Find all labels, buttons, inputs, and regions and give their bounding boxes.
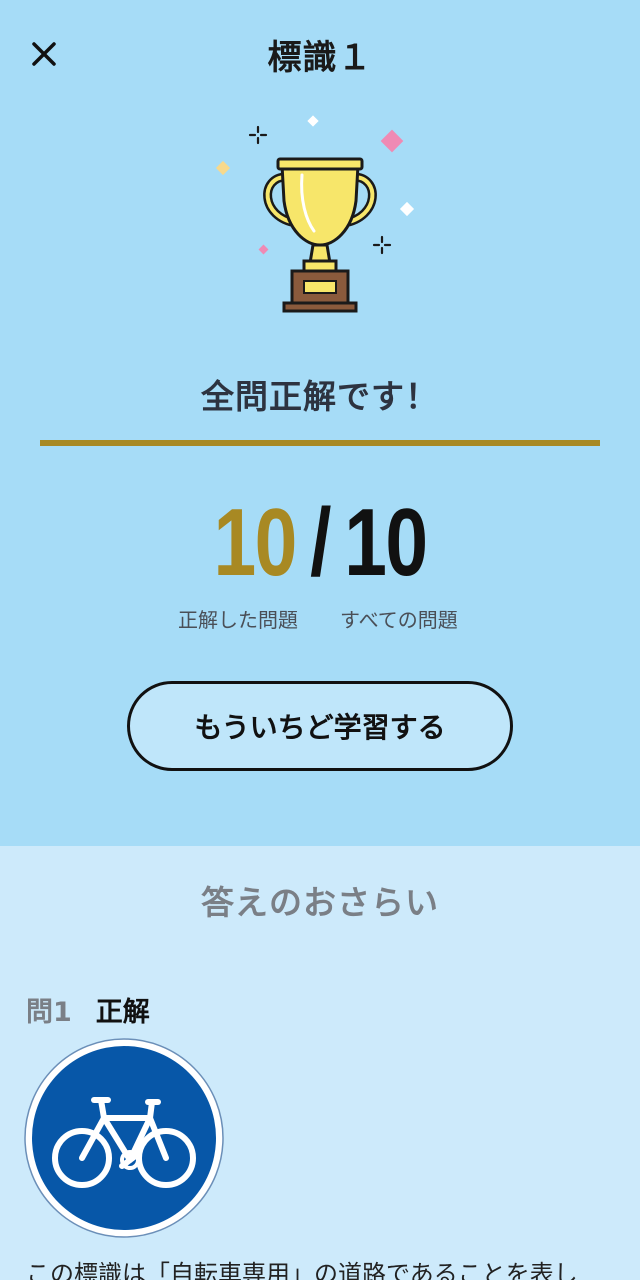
question-header: 問1 正解 [26, 990, 150, 1029]
bicycle-sign-icon [24, 1038, 224, 1238]
divider [40, 440, 600, 446]
correct-count: 10 [213, 489, 298, 596]
page-title: 標識１ [267, 38, 373, 78]
trophy-icon [215, 115, 415, 313]
result-message: 全問正解です！ [201, 377, 439, 416]
score-display: 10/10 [64, 488, 576, 598]
retry-button[interactable]: もういちど学習する [127, 681, 513, 771]
total-count: 10 [344, 489, 428, 596]
correct-label: 正解した問題 [178, 608, 298, 632]
review-section-title: 答えのおさらい [201, 883, 439, 922]
question-explanation: この標識は「自転車専用」の道路であることを表し [26, 1260, 578, 1280]
question-number: 問1 [26, 997, 72, 1028]
question-result: 正解 [95, 997, 150, 1028]
total-label: すべての問題 [340, 608, 458, 632]
score-separator: / [310, 489, 331, 596]
